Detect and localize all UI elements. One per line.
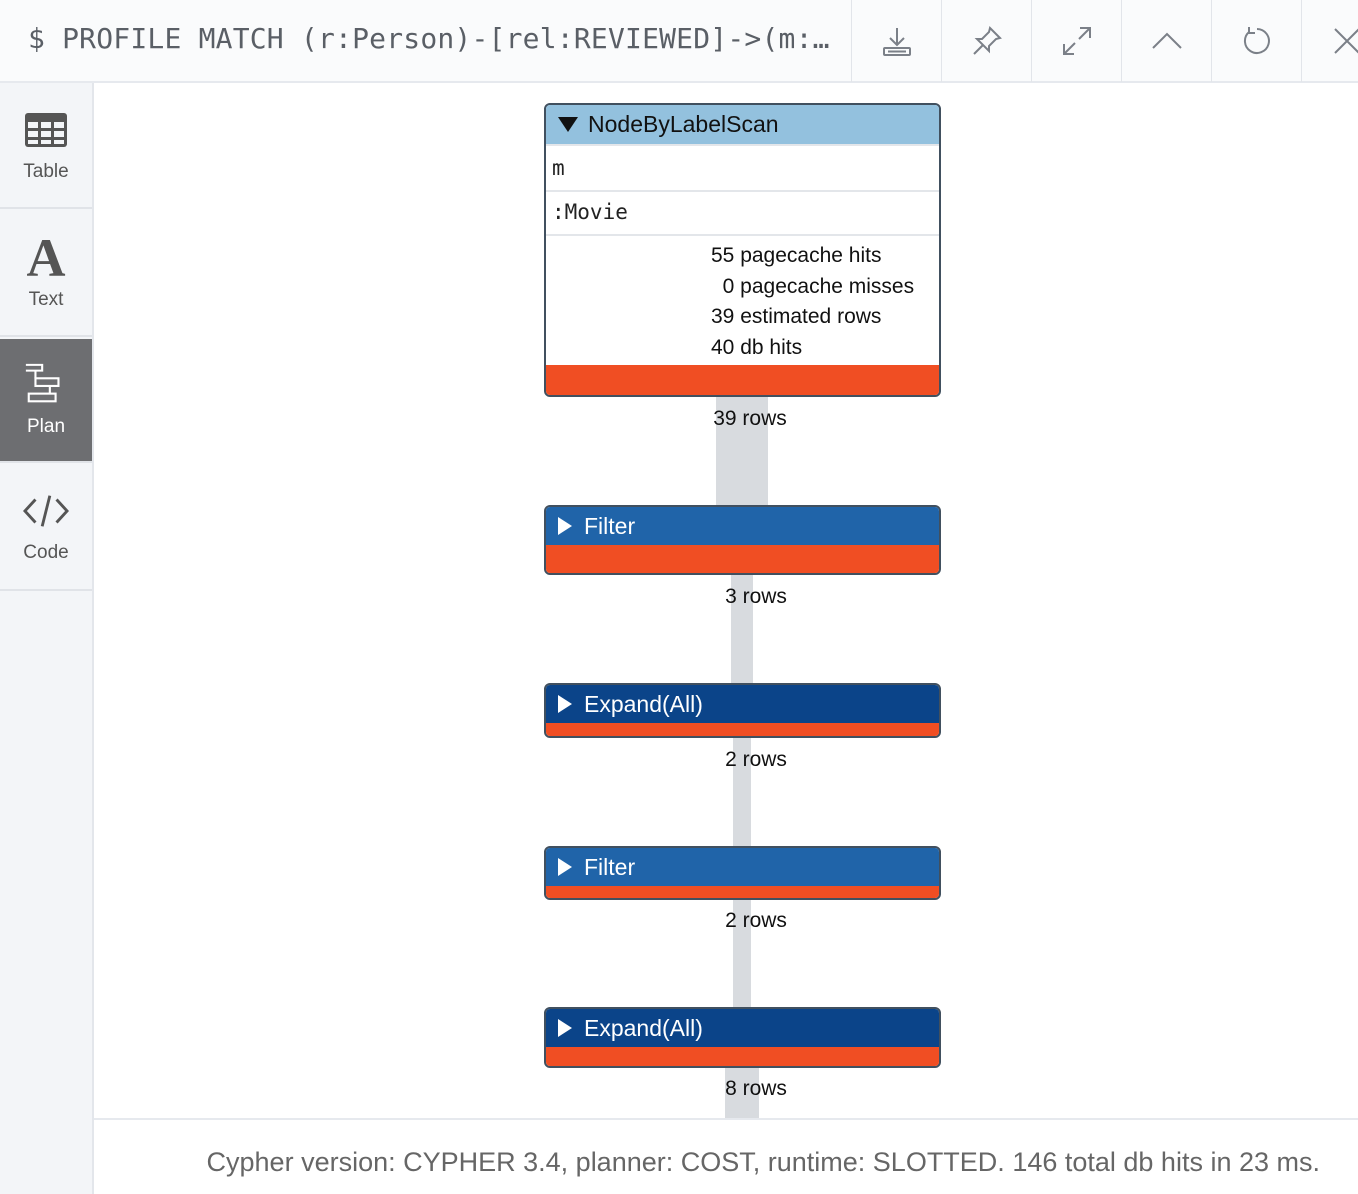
sidebar-item-plan[interactable]: Plan	[0, 339, 92, 463]
cost-bar	[546, 365, 939, 395]
operator-expand-all[interactable]: Expand(All)	[544, 1007, 941, 1068]
cost-bar	[546, 545, 939, 573]
fullscreen-button[interactable]	[1031, 0, 1121, 82]
operator-header[interactable]: Expand(All)	[546, 1009, 939, 1047]
rows-count: 8 rows	[725, 1077, 787, 1100]
result-frame-header: $ PROFILE MATCH (r:Person)-[rel:REVIEWED…	[0, 0, 1358, 83]
expand-icon	[1062, 27, 1091, 55]
operator-filter[interactable]: Filter	[544, 846, 941, 900]
collapse-triangle-icon	[558, 117, 578, 132]
operator-name: NodeByLabelScan	[588, 111, 779, 137]
sidebar-item-label: Text	[28, 289, 64, 310]
operator-name: Expand(All)	[584, 1014, 703, 1041]
operator-identifier: m	[546, 144, 939, 190]
expand-triangle-icon	[558, 517, 572, 535]
operator-stats: 55 pagecache hits 0 pagecache misses 39 …	[546, 234, 939, 365]
stat-pagecache-misses: 0 pagecache misses	[711, 274, 915, 298]
collapse-up-icon	[1151, 32, 1182, 49]
rows-count: 2 rows	[725, 748, 787, 771]
sidebar-item-label: Plan	[26, 416, 66, 437]
operator-header[interactable]: Expand(All)	[546, 685, 939, 723]
operator-header[interactable]: NodeByLabelScan	[546, 105, 939, 144]
pin-button[interactable]	[941, 0, 1031, 82]
query-summary: Cypher version: CYPHER 3.4, planner: COS…	[206, 1147, 1320, 1177]
result-footer: Cypher version: CYPHER 3.4, planner: COS…	[94, 1118, 1358, 1194]
operator-header[interactable]: Filter	[546, 507, 939, 545]
sidebar-item-label: Table	[23, 161, 69, 182]
rows-count: 39 rows	[713, 407, 787, 430]
download-button[interactable]	[851, 0, 941, 82]
text-icon: A	[26, 228, 66, 288]
sidebar-item-text[interactable]: A Text	[0, 211, 92, 337]
stat-estimated-rows: 39 estimated rows	[711, 305, 882, 328]
cost-bar	[546, 886, 939, 898]
cost-bar	[546, 723, 939, 736]
rerun-icon	[1243, 27, 1270, 54]
rerun-button[interactable]	[1211, 0, 1301, 82]
sidebar-item-table[interactable]: Table	[0, 83, 92, 209]
download-icon	[882, 28, 911, 56]
rows-count: 2 rows	[725, 909, 787, 932]
operator-header[interactable]: Filter	[546, 848, 939, 886]
expand-triangle-icon	[558, 858, 572, 876]
rows-count: 3 rows	[725, 585, 787, 608]
operator-expand-all[interactable]: Expand(All)	[544, 683, 941, 738]
operator-name: Filter	[584, 853, 636, 880]
operator-label: :Movie	[546, 190, 939, 234]
stat-db-hits: 40 db hits	[711, 335, 803, 359]
query-text[interactable]: $ PROFILE MATCH (r:Person)-[rel:REVIEWED…	[28, 22, 838, 55]
pin-icon	[972, 26, 1002, 55]
view-sidebar: Table A Text Plan Code	[0, 83, 94, 1194]
code-icon	[23, 488, 69, 534]
operator-name: Expand(All)	[584, 690, 703, 717]
sidebar-item-code[interactable]: Code	[0, 463, 92, 591]
query-plan-view: NodeByLabelScan m :Movie 55 pagecache hi…	[94, 83, 1358, 1118]
close-button[interactable]	[1301, 0, 1358, 82]
sidebar-item-label: Code	[23, 542, 69, 563]
collapse-button[interactable]	[1121, 0, 1211, 82]
close-icon	[1333, 28, 1358, 54]
operator-filter[interactable]: Filter	[544, 505, 941, 575]
stat-pagecache-hits: 55 pagecache hits	[711, 244, 882, 267]
operator-node-by-label-scan[interactable]: NodeByLabelScan m :Movie 55 pagecache hi…	[544, 103, 941, 397]
cost-bar	[546, 1047, 939, 1066]
plan-icon	[23, 362, 69, 408]
expand-triangle-icon	[558, 1019, 572, 1037]
expand-triangle-icon	[558, 695, 572, 713]
operator-name: Filter	[584, 512, 636, 539]
table-icon	[23, 107, 69, 153]
